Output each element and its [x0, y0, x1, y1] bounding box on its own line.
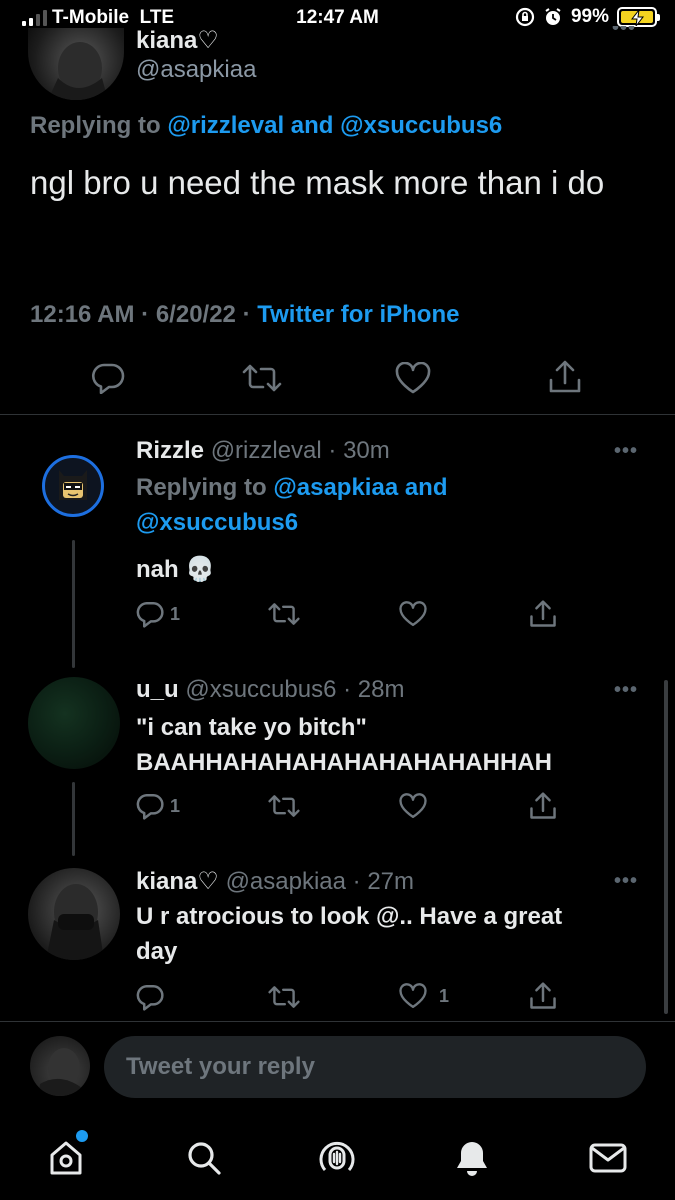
- retweet-icon[interactable]: [268, 793, 300, 819]
- main-tweet-more-icon[interactable]: •••: [612, 26, 636, 38]
- reply-avatar-kiana[interactable]: [28, 868, 120, 960]
- home-notification-dot: [76, 1130, 88, 1142]
- thread-line: [72, 540, 75, 668]
- main-tweet-replying-to: Replying to @rizzleval and @xsuccubus6: [30, 112, 502, 140]
- like-icon[interactable]: [395, 362, 431, 394]
- compose-avatar[interactable]: [30, 1036, 90, 1096]
- replying-prefix: Replying to: [30, 112, 161, 139]
- like-icon[interactable]: [399, 601, 427, 627]
- replying-users-line2[interactable]: @xsuccubus6: [136, 505, 448, 540]
- reply-1-header[interactable]: Rizzle @rizzleval · 30m: [136, 437, 390, 465]
- reply-2-reply-count: 1: [170, 795, 181, 816]
- replying-users-line1[interactable]: @asapkiaa and: [273, 474, 447, 501]
- alarm-icon: [545, 8, 561, 25]
- reply-3-handle[interactable]: @asapkiaa: [226, 868, 346, 895]
- share-icon[interactable]: [529, 791, 557, 821]
- share-icon[interactable]: [529, 599, 557, 629]
- reply-2-text: "i can take yo bitch" BAAHHAHAHAHAHAHAHA…: [136, 710, 552, 780]
- replying-label: Replying to: [136, 474, 274, 501]
- reply-2-more-icon[interactable]: •••: [614, 679, 638, 702]
- reply-3-like-count: 1: [439, 985, 450, 1006]
- reply-3-name[interactable]: kiana♡: [136, 868, 219, 895]
- like-icon[interactable]: [399, 983, 427, 1009]
- replying-to-users[interactable]: @rizzleval and @xsuccubus6: [167, 112, 502, 139]
- main-tweet-author-name[interactable]: kiana♡: [136, 26, 219, 48]
- reply-icon[interactable]: [136, 983, 164, 1011]
- divider: [0, 414, 675, 415]
- reply-avatar-rizzle[interactable]: [42, 455, 104, 517]
- reply-1-reply-count: 1: [170, 603, 181, 624]
- reply-3-more-icon[interactable]: •••: [614, 870, 638, 893]
- main-tweet-text: ngl bro u need the mask more than i do: [30, 164, 605, 201]
- reply-3-header[interactable]: kiana♡ @asapkiaa · 27m: [136, 867, 414, 896]
- reply-1-text: nah 💀: [136, 556, 216, 583]
- reply-3-text: U r atrocious to look @.. Have a great d…: [136, 899, 562, 969]
- reply-icon[interactable]: [136, 600, 164, 628]
- tab-bar: [0, 1120, 675, 1200]
- status-right: 99%: [515, 6, 660, 28]
- reply-3-like-action[interactable]: 1: [399, 983, 449, 1009]
- reply-avatar-uu[interactable]: [28, 677, 120, 769]
- reply-1-name[interactable]: Rizzle: [136, 437, 204, 464]
- messages-icon[interactable]: [588, 1140, 628, 1176]
- retweet-icon[interactable]: [268, 601, 300, 627]
- divider: [0, 1021, 675, 1022]
- tweet-source[interactable]: Twitter for iPhone: [257, 301, 459, 328]
- scrollbar[interactable]: [664, 680, 668, 1014]
- reply-3-text-line1: U r atrocious to look @.. Have a great: [136, 903, 563, 930]
- main-tweet-handle[interactable]: @asapkiaa: [136, 56, 256, 84]
- reply-3-age: 27m: [367, 868, 415, 895]
- battery-icon: [617, 7, 660, 27]
- spaces-icon[interactable]: [317, 1136, 357, 1180]
- share-icon[interactable]: [548, 360, 582, 394]
- reply-2-name[interactable]: u_u: [136, 676, 179, 703]
- retweet-icon[interactable]: [268, 984, 300, 1010]
- reply-2-reply-action[interactable]: 1: [136, 792, 180, 820]
- tweet-date: 6/20/22: [155, 301, 236, 328]
- notifications-icon[interactable]: [452, 1138, 492, 1178]
- reply-2-header[interactable]: u_u @xsuccubus6 · 28m: [136, 676, 404, 704]
- reply-2-text-line2: BAAHHAHAHAHAHAHAHAHAHHAH: [136, 749, 552, 776]
- reply-icon[interactable]: [136, 792, 164, 820]
- reply-1-reply-action[interactable]: 1: [136, 600, 180, 628]
- main-tweet-meta: 12:16 AM · 6/20/22 · Twitter for iPhone: [30, 301, 460, 328]
- reply-2-age: 28m: [357, 676, 405, 703]
- battery-percent: 99%: [570, 6, 609, 27]
- like-icon[interactable]: [399, 793, 427, 819]
- search-icon[interactable]: [184, 1138, 224, 1178]
- reply-3-text-line2: day: [136, 938, 178, 965]
- orientation-lock-icon: [515, 7, 535, 27]
- retweet-icon[interactable]: [242, 362, 282, 394]
- reply-1-age: 30m: [343, 437, 390, 464]
- reply-1-replying-to[interactable]: Replying to @asapkiaa and @xsuccubus6: [136, 470, 448, 540]
- home-icon[interactable]: [46, 1138, 86, 1178]
- reply-2-text-line1: "i can take yo bitch": [136, 714, 367, 741]
- tweet-time: 12:16 AM: [30, 301, 135, 328]
- reply-1-more-icon[interactable]: •••: [614, 440, 638, 463]
- reply-icon[interactable]: [91, 362, 125, 394]
- reply-1-handle[interactable]: @rizzleval: [211, 437, 322, 464]
- share-icon[interactable]: [529, 981, 557, 1011]
- reply-2-handle[interactable]: @xsuccubus6: [185, 676, 336, 703]
- batman-lego-icon: [59, 470, 87, 500]
- reply-compose-input[interactable]: Tweet your reply: [104, 1036, 646, 1098]
- compose-placeholder: Tweet your reply: [126, 1053, 315, 1080]
- main-tweet-avatar[interactable]: [28, 28, 124, 100]
- thread-line: [72, 782, 75, 856]
